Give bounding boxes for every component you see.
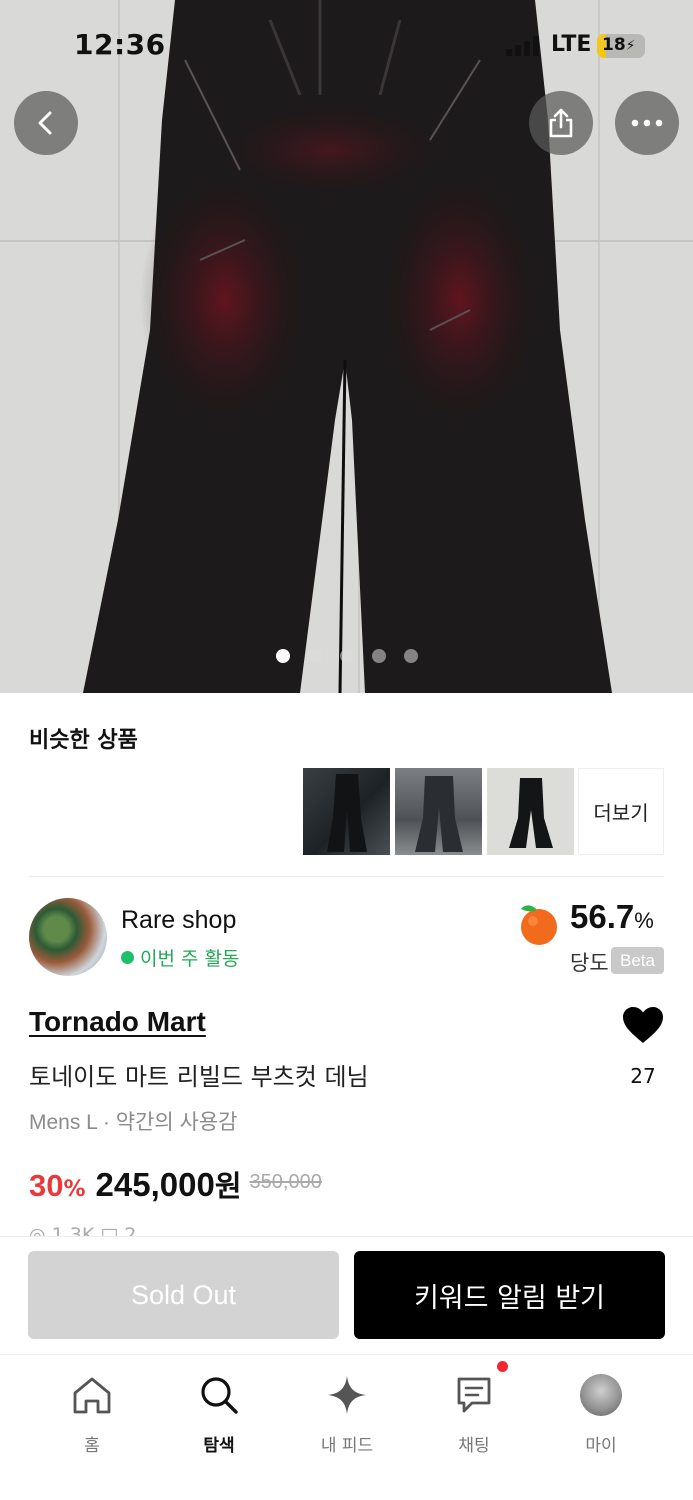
signal-icon [506,36,544,56]
more-dots-icon [631,119,663,127]
bottom-tab-bar: 홈 탐색 내 피드 채팅 마이 [0,1354,693,1500]
similar-products-title: 비슷한 상품 [29,728,138,753]
activity-dot-icon [121,951,134,964]
tab-label: 내 피드 [320,1436,374,1456]
product-title: 토네이도 마트 리빌드 부츠컷 데님 [29,1063,369,1091]
sweetness-label: 당도 [570,951,609,975]
carousel-dot[interactable] [275,649,290,663]
battery-icon: 18⚡ [597,34,645,58]
back-button[interactable] [14,91,78,155]
product-condition: Mens L · 약간의 사용감 [29,1111,238,1134]
orange-fruit-icon [521,905,557,945]
tab-my[interactable]: 마이 [546,1373,656,1456]
carousel-dot[interactable] [307,649,322,663]
sale-price: 245,000 [95,1166,215,1203]
tab-chat[interactable]: 채팅 [419,1361,529,1456]
tab-label: 홈 [84,1436,100,1456]
sweetness-value: 56.7 [570,898,635,935]
network-label: LTE [551,32,592,57]
carousel-indicator [0,649,693,665]
status-time: 12:36 [74,28,166,61]
share-button[interactable] [529,91,593,155]
similar-product-thumbnail[interactable] [395,768,482,855]
brand-link[interactable]: Tornado Mart [29,1006,206,1038]
similar-more-button[interactable]: 더보기 [578,768,664,855]
seller-avatar[interactable] [29,898,107,976]
similar-product-thumbnail[interactable] [487,768,574,855]
tab-home[interactable]: 홈 [37,1373,147,1456]
original-price: 350,000 [249,1171,322,1193]
battery-level: 18 [602,35,626,55]
carousel-dot[interactable] [403,649,418,663]
product-image-carousel[interactable]: 12:36 LTE 18⚡ [0,0,693,693]
action-bar: Sold Out 키워드 알림 받기 [0,1236,693,1354]
tab-label: 채팅 [458,1436,490,1456]
sweetness-unit: % [634,908,654,933]
unread-badge [497,1361,508,1372]
like-count: 27 [630,1064,656,1088]
sold-out-button[interactable]: Sold Out [28,1251,339,1339]
price-row: 30 % 245,000 원 350,000 [29,1163,322,1205]
sweetness-score: 56.7% [570,898,654,936]
seller-name[interactable]: Rare shop [121,906,236,935]
chevron-left-icon [38,111,52,135]
jeans-thumbnail-image [415,776,463,852]
tab-search[interactable]: 탐색 [164,1373,274,1456]
status-bar: 12:36 LTE 18⚡ [0,0,693,92]
heart-icon[interactable] [621,1005,665,1045]
discount-unit: % [63,1177,86,1202]
home-icon [73,1377,111,1414]
chat-icon [457,1377,491,1413]
sparkle-icon [328,1376,366,1414]
carousel-dot[interactable] [339,649,354,663]
divider [29,876,664,877]
view-stats-partial: ◎ 1.3K □ 2 [29,1224,137,1236]
product-photo-jeans [83,0,612,693]
jeans-thumbnail-image [509,778,553,848]
search-icon [201,1377,238,1414]
similar-product-thumbnail[interactable] [303,768,390,855]
more-options-button[interactable] [615,91,679,155]
keyword-alert-button[interactable]: 키워드 알림 받기 [354,1251,665,1339]
discount-rate: 30 [29,1168,64,1203]
tab-feed[interactable]: 내 피드 [292,1373,402,1456]
share-icon [549,108,573,138]
beta-badge: Beta [611,947,664,974]
price-unit: 원 [214,1169,242,1203]
activity-label: 이번 주 활동 [140,948,240,970]
seller-activity: 이번 주 활동 [121,944,239,971]
tab-label: 탐색 [203,1436,235,1456]
tab-label: 마이 [585,1436,617,1456]
profile-avatar [580,1374,622,1416]
jeans-thumbnail-image [327,774,367,852]
carousel-dot[interactable] [371,649,386,663]
